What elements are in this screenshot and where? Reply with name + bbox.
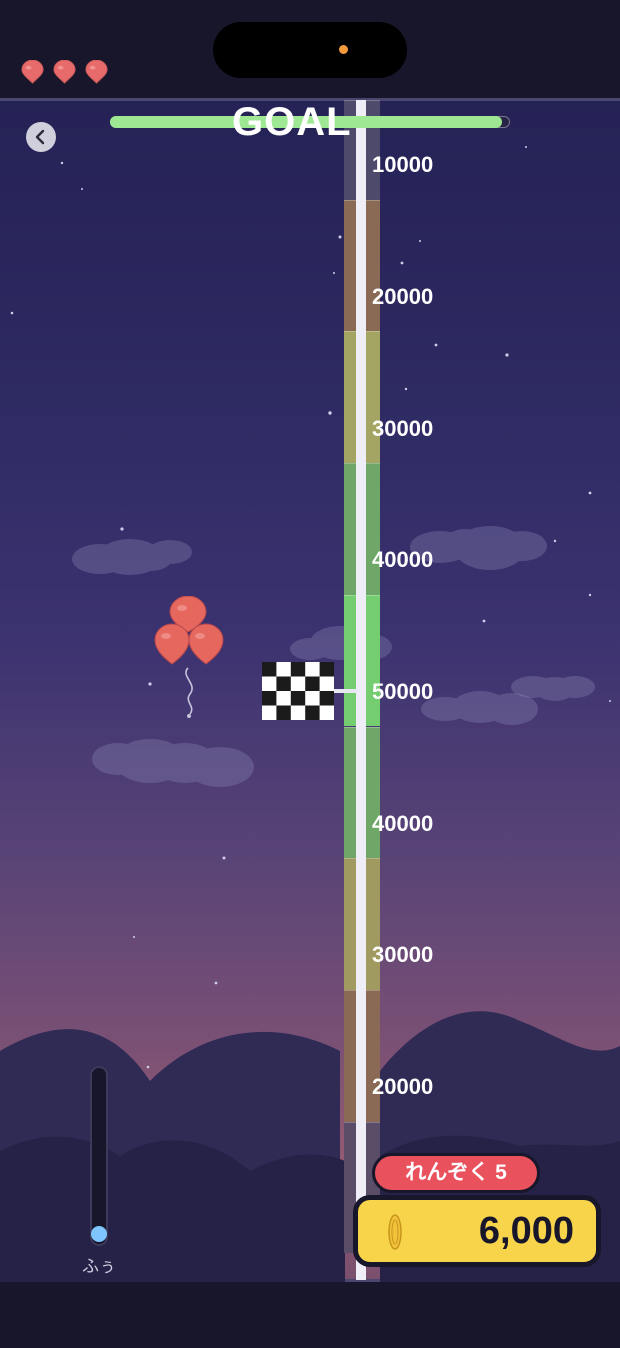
back-button[interactable]: [26, 122, 56, 152]
altitude-label: 20000: [372, 1074, 434, 1099]
flag-pole: [332, 689, 358, 693]
altitude-label: 20000: [372, 284, 434, 309]
cloud: [92, 739, 254, 787]
goal-label: GOAL: [232, 100, 352, 144]
dynamic-island: [213, 22, 407, 78]
wind-gauge-knob: [91, 1226, 107, 1242]
altitude-label: 40000: [372, 811, 434, 836]
game-screen: 10000 20000 30000 40000 50000 40000 3000…: [0, 0, 620, 1348]
front-hills: [0, 1136, 345, 1285]
coin-counter: 6,000: [354, 1196, 600, 1266]
wind-label: ふぅ: [82, 1257, 116, 1276]
altitude-label: 50000: [372, 679, 434, 704]
life-balloon-icon: [53, 60, 76, 84]
balloon-cluster[interactable]: [150, 596, 230, 721]
privacy-indicator-dot: [339, 45, 348, 54]
altitude-label: 30000: [372, 942, 434, 967]
altitude-label: 10000: [372, 152, 434, 177]
coin-count: 6,000: [478, 1210, 574, 1252]
cloud: [421, 691, 538, 725]
checkered-flag-icon: [262, 662, 334, 720]
streak-badge: れんぞく 5: [372, 1153, 540, 1193]
cloud: [72, 539, 192, 575]
home-indicator-area: [0, 1282, 620, 1348]
coin-icon: [388, 1214, 402, 1250]
life-balloon-icon: [85, 60, 108, 84]
chevron-left-icon: [35, 129, 45, 145]
life-balloon-icon: [21, 60, 44, 84]
altitude-label: 40000: [372, 547, 434, 572]
wind-gauge: [90, 1066, 108, 1246]
stars: [10, 146, 611, 1069]
altitude-label: 30000: [372, 416, 434, 441]
